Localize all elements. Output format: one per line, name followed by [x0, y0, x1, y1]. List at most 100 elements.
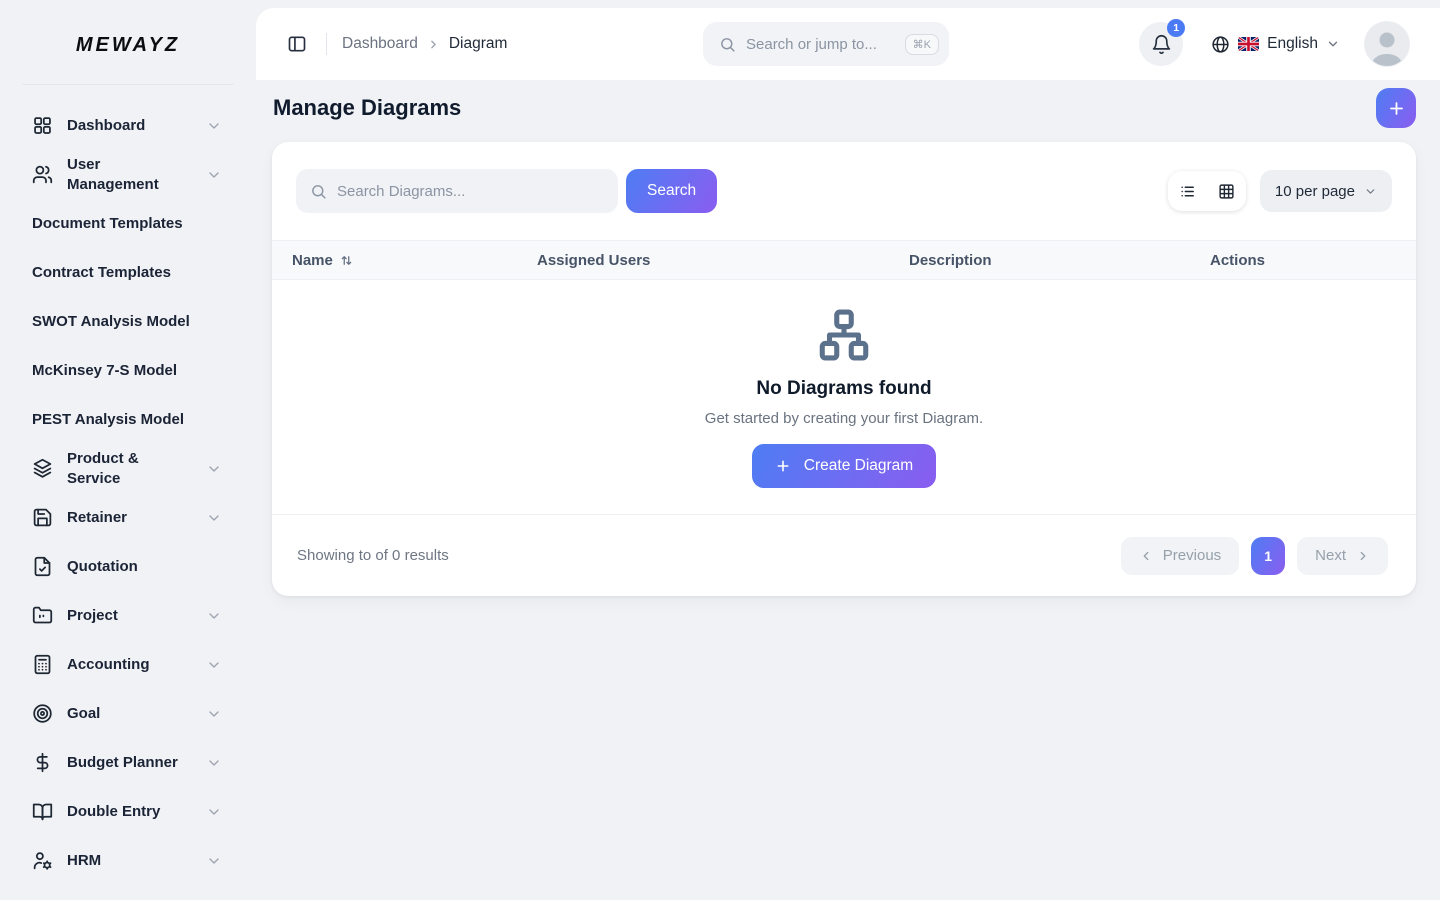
create-diagram-button[interactable]: Create Diagram: [752, 444, 936, 488]
notifications-button[interactable]: 1: [1139, 22, 1183, 66]
brand-logo-text: MEWAYZ: [76, 34, 180, 56]
sidebar-item-label: Goal: [67, 704, 192, 724]
sidebar-item-goal[interactable]: Goal: [32, 689, 222, 738]
folder-icon: [32, 605, 53, 626]
sidebar-item-label: PEST Analysis Model: [32, 410, 222, 430]
per-page-label: 10 per page: [1275, 183, 1355, 200]
grid-icon: [32, 115, 53, 136]
chevron-down-icon: [206, 167, 222, 183]
breadcrumb-dashboard[interactable]: Dashboard: [342, 35, 418, 53]
plus-icon: [775, 458, 791, 474]
brand-logo[interactable]: MEWAYZ: [0, 0, 256, 57]
main-area: Dashboard Diagram ⌘K 1: [256, 0, 1440, 900]
navbar-right-cluster: 1 English: [1139, 22, 1409, 66]
chevron-down-icon: [206, 853, 222, 869]
sidebar-item-label: Dashboard: [67, 116, 192, 136]
sidebar-item-contract-templates[interactable]: Contract Templates: [32, 248, 222, 297]
results-summary: Showing to of 0 results: [297, 547, 449, 564]
navbar-divider: [326, 33, 327, 55]
column-label: Description: [909, 252, 992, 269]
sidebar-toggle-button[interactable]: [283, 30, 311, 58]
column-header-name[interactable]: Name: [292, 252, 537, 269]
sidebar-item-retainer[interactable]: Retainer: [32, 493, 222, 542]
dollar-icon: [32, 752, 53, 773]
sidebar-item-label: Product & Service: [67, 449, 192, 489]
previous-page-button[interactable]: Previous: [1121, 537, 1239, 575]
sidebar-item-swot-analysis[interactable]: SWOT Analysis Model: [32, 297, 222, 346]
user-avatar[interactable]: [1365, 22, 1409, 66]
sidebar-item-double-entry[interactable]: Double Entry: [32, 787, 222, 836]
layers-icon: [32, 458, 53, 479]
uk-flag-icon: [1238, 37, 1259, 51]
sidebar-item-label: Project: [67, 606, 192, 626]
list-view-button[interactable]: [1168, 171, 1207, 211]
pagination: Previous 1 Next: [1121, 537, 1388, 575]
sidebar-item-pest-analysis[interactable]: PEST Analysis Model: [32, 395, 222, 444]
add-diagram-button[interactable]: [1376, 88, 1416, 128]
language-label: English: [1267, 35, 1318, 53]
chevron-right-icon: [427, 38, 440, 51]
empty-state-subtitle: Get started by creating your first Diagr…: [705, 410, 983, 427]
chevron-down-icon: [1364, 185, 1377, 198]
file-check-icon: [32, 556, 53, 577]
language-selector[interactable]: English: [1211, 35, 1340, 54]
sidebar-item-label: SWOT Analysis Model: [32, 312, 222, 332]
sidebar-item-quotation[interactable]: Quotation: [32, 542, 222, 591]
sidebar-item-label: Budget Planner: [67, 753, 192, 773]
sidebar-item-label: Contract Templates: [32, 263, 222, 283]
grid-icon: [1218, 183, 1235, 200]
sidebar-item-label: Document Templates: [32, 214, 222, 234]
sidebar-item-label: McKinsey 7-S Model: [32, 361, 222, 381]
diagram-search-input[interactable]: [337, 183, 604, 200]
view-toggle-group: [1168, 171, 1246, 211]
sidebar-item-label: Retainer: [67, 508, 192, 528]
plus-icon: [1387, 99, 1406, 118]
global-search-input[interactable]: [746, 36, 895, 53]
chevron-down-icon: [206, 755, 222, 771]
search-icon: [310, 183, 327, 200]
grid-view-button[interactable]: [1207, 171, 1246, 211]
sidebar-item-label: Double Entry: [67, 802, 192, 822]
empty-state-title: No Diagrams found: [756, 378, 931, 400]
next-page-button[interactable]: Next: [1297, 537, 1388, 575]
empty-state: No Diagrams found Get started by creatin…: [272, 280, 1416, 514]
page-number-button[interactable]: 1: [1251, 537, 1285, 575]
bell-icon: [1151, 34, 1172, 55]
notification-count-badge: 1: [1167, 19, 1185, 37]
chevron-down-icon: [206, 118, 222, 134]
previous-label: Previous: [1163, 547, 1221, 564]
target-icon: [32, 703, 53, 724]
sidebar-item-product-service[interactable]: Product & Service: [32, 444, 222, 493]
search-button[interactable]: Search: [626, 169, 717, 213]
sidebar-item-user-management[interactable]: User Management: [32, 150, 222, 199]
chevron-down-icon: [206, 461, 222, 477]
keyboard-shortcut-badge: ⌘K: [905, 34, 939, 55]
book-open-icon: [32, 801, 53, 822]
sidebar-item-hrm[interactable]: HRM: [32, 836, 222, 885]
chevron-down-icon: [206, 510, 222, 526]
sidebar-item-budget-planner[interactable]: Budget Planner: [32, 738, 222, 787]
chevron-down-icon: [206, 706, 222, 722]
sidebar-item-label: Accounting: [67, 655, 192, 675]
breadcrumb-current: Diagram: [449, 35, 508, 53]
user-gear-icon: [32, 850, 53, 871]
sort-icon[interactable]: [339, 253, 354, 268]
save-icon: [32, 507, 53, 528]
sidebar-item-mckinsey-7s[interactable]: McKinsey 7-S Model: [32, 346, 222, 395]
search-icon: [719, 36, 736, 53]
chevron-down-icon: [206, 657, 222, 673]
sidebar-item-accounting[interactable]: Accounting: [32, 640, 222, 689]
per-page-select[interactable]: 10 per page: [1260, 170, 1392, 212]
sidebar-item-project[interactable]: Project: [32, 591, 222, 640]
page-header: Manage Diagrams: [256, 86, 1440, 130]
column-header-assigned-users: Assigned Users: [537, 252, 909, 269]
create-diagram-label: Create Diagram: [804, 457, 913, 475]
diagram-search-field[interactable]: [296, 169, 618, 213]
sidebar-item-dashboard[interactable]: Dashboard: [32, 101, 222, 150]
column-label: Assigned Users: [537, 252, 650, 269]
sidebar-item-document-templates[interactable]: Document Templates: [32, 199, 222, 248]
panel-left-icon: [287, 34, 307, 54]
page-title: Manage Diagrams: [273, 95, 461, 121]
table-header-row: Name Assigned Users Description Actions: [272, 240, 1416, 280]
global-search[interactable]: ⌘K: [703, 22, 949, 66]
